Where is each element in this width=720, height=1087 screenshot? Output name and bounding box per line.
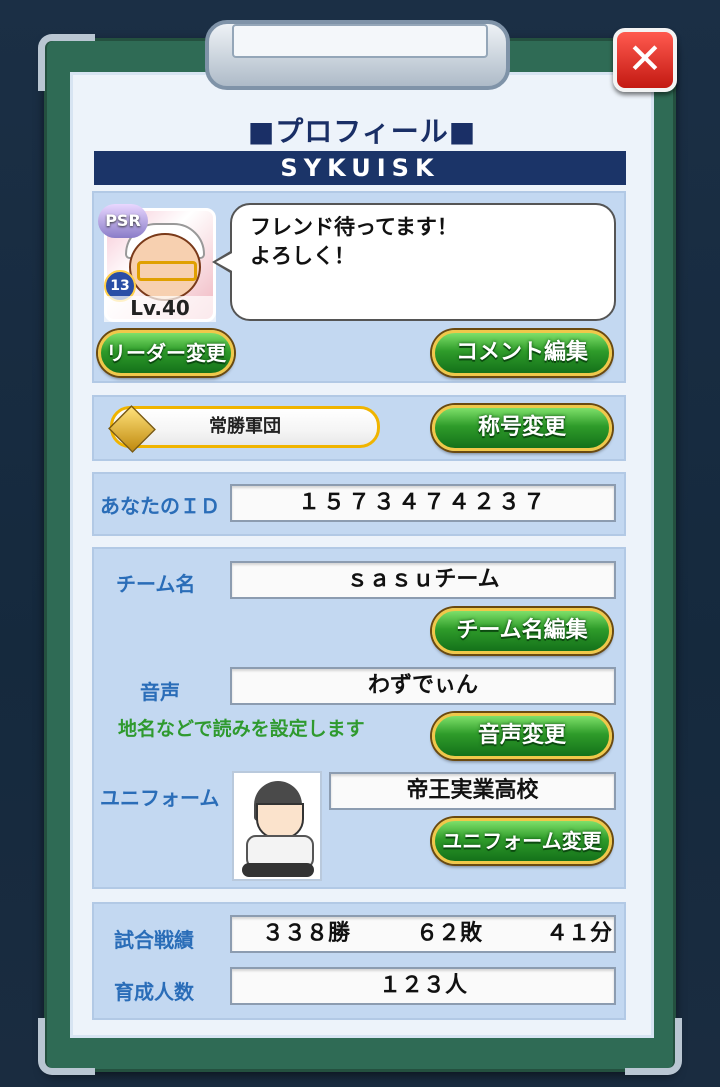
comment-edit-button[interactable]: コメント編集 (432, 330, 612, 376)
comment-bubble: フレンド待ってます！ よろしく！ (230, 203, 616, 321)
avatar-glasses-shape (137, 261, 197, 281)
uniform-face-shape (256, 803, 304, 839)
voice-change-button[interactable]: 音声変更 (432, 713, 612, 759)
comment-text: フレンド待ってます！ よろしく！ (250, 215, 458, 268)
player-name: SYKUISK (94, 151, 626, 185)
team-name-label: チーム名 (116, 572, 196, 596)
uniform-feet-shape (242, 863, 314, 877)
current-title-text: 常勝軍団 (209, 416, 281, 437)
trained-value: １２３人 (230, 967, 616, 1005)
team-name-value: ｓａｓｕチーム (230, 561, 616, 599)
clipboard-corner (38, 34, 95, 91)
record-value: ３３８勝 ６２敗 ４１分 (230, 915, 616, 953)
voice-label: 音声 (140, 680, 180, 704)
page-title: ■プロフィール■ (247, 115, 477, 148)
close-icon: ✕ (627, 34, 663, 83)
record-losses: ６２敗 (416, 921, 483, 946)
close-button[interactable]: ✕ (613, 28, 677, 92)
trained-label: 育成人数 (114, 980, 194, 1004)
uniform-change-button[interactable]: ユニフォーム変更 (432, 818, 612, 864)
record-draws: ４１分 (546, 921, 613, 946)
clipboard-clip-plate (232, 24, 488, 58)
team-name-edit-button[interactable]: チーム名編集 (432, 608, 612, 654)
id-label: あなたのＩＤ (100, 494, 220, 518)
clipboard-corner (38, 1018, 95, 1075)
record-wins: ３３８勝 (262, 921, 351, 946)
leader-change-button[interactable]: リーダー変更 (98, 330, 234, 376)
rank-badge: PSR (98, 204, 148, 238)
speech-bubble-tail-fill (216, 252, 234, 272)
record-label: 試合戦績 (114, 928, 194, 952)
uniform-preview (232, 771, 322, 881)
level-label: Lv.40 (104, 296, 216, 322)
change-title-button[interactable]: 称号変更 (432, 405, 612, 451)
clipboard-corner (625, 1018, 682, 1075)
voice-hint: 地名などで読みを設定します (118, 718, 365, 740)
voice-value: わずでぃん (230, 667, 616, 705)
uniform-label: ユニフォーム (100, 786, 220, 810)
id-value: １５７３４７４２３７ (230, 484, 616, 522)
uniform-value: 帝王実業高校 (329, 772, 616, 810)
